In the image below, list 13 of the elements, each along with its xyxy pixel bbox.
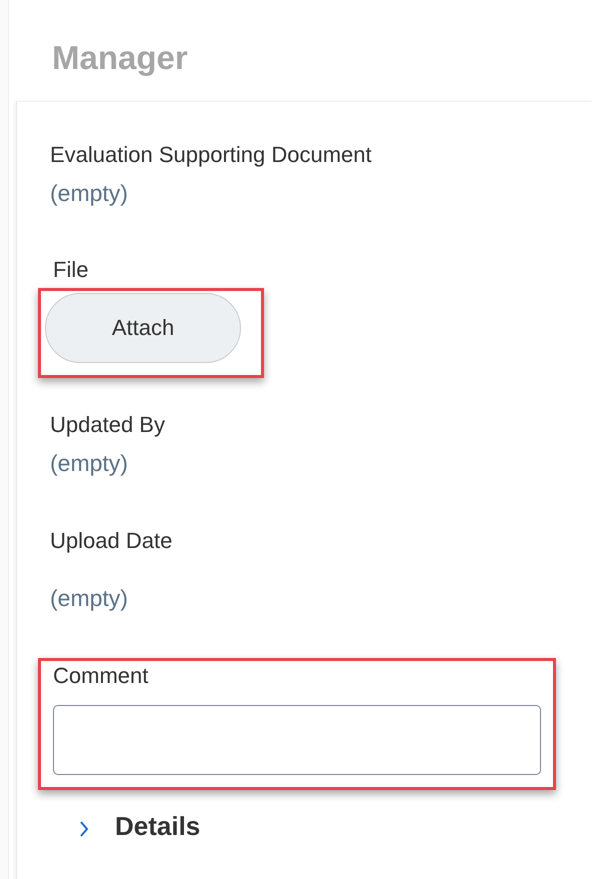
section-title: Manager — [52, 38, 188, 78]
field-label: Updated By — [50, 412, 165, 438]
field-value: (empty) — [50, 180, 128, 206]
comment-field[interactable] — [53, 705, 541, 775]
chevron-right-icon[interactable] — [79, 821, 89, 837]
details-toggle[interactable]: Details — [115, 811, 200, 841]
field-label: Evaluation Supporting Document — [50, 142, 372, 168]
field-label: Upload Date — [50, 528, 172, 554]
attach-button[interactable]: Attach — [45, 293, 241, 363]
field-label: File — [53, 257, 88, 283]
field-label: Comment — [53, 663, 148, 689]
field-value: (empty) — [50, 450, 128, 476]
field-value: (empty) — [50, 585, 128, 611]
